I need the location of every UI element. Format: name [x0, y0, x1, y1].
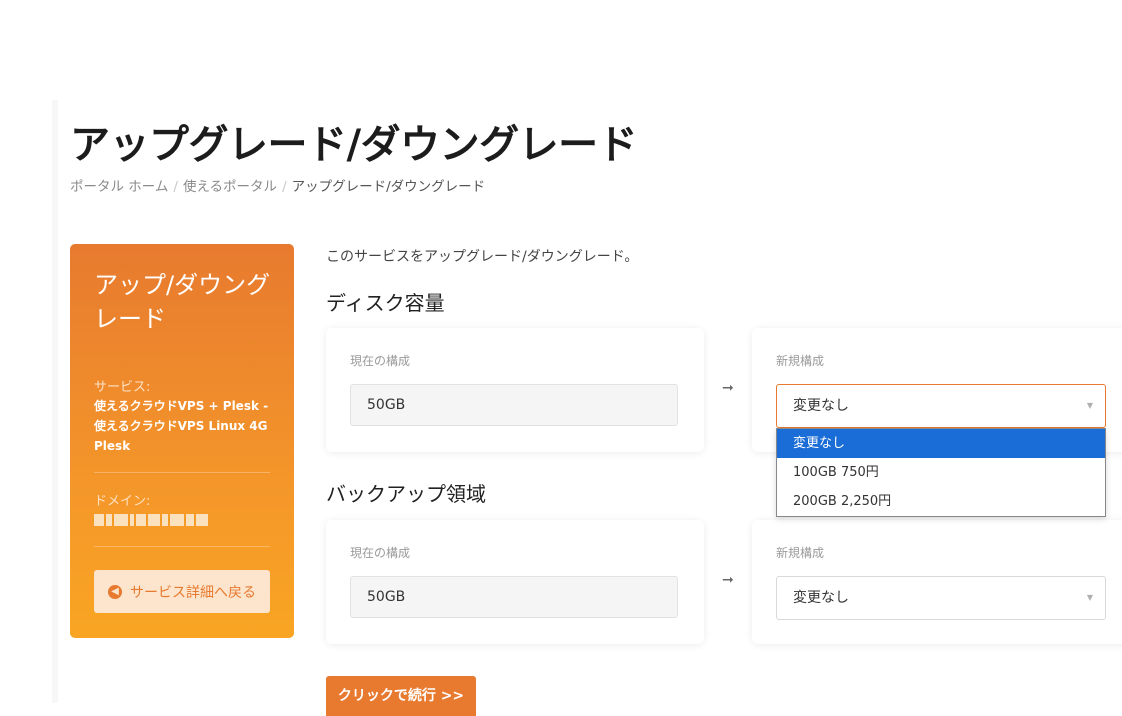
- service-value: 使えるクラウドVPS + Plesk - 使えるクラウドVPS Linux 4G…: [94, 399, 269, 453]
- new-config-label: 新規構成: [776, 546, 825, 560]
- back-to-service-details-button[interactable]: ◀ サービス詳細へ戻る: [94, 570, 270, 613]
- arrow-right-icon: ➞: [722, 380, 734, 396]
- dropdown-option-no-change[interactable]: 変更なし: [777, 429, 1105, 458]
- backup-current-value: 50GB: [350, 576, 678, 618]
- disk-select-dropdown: 変更なし 100GB 750円 200GB 2,250円: [776, 428, 1106, 517]
- current-config-label: 現在の構成: [350, 354, 411, 368]
- service-label: サービス:: [94, 380, 151, 395]
- disk-current-card: 現在の構成 50GB: [326, 328, 704, 452]
- breadcrumb-tsukaeru-portal[interactable]: 使えるポータル: [183, 179, 277, 195]
- caret-down-icon: ▼: [1086, 401, 1093, 410]
- backup-current-card: 現在の構成 50GB: [326, 520, 704, 644]
- new-config-label: 新規構成: [776, 354, 825, 368]
- dropdown-option-100gb[interactable]: 100GB 750円: [777, 458, 1105, 487]
- arrow-right-icon: ➞: [722, 572, 734, 588]
- disk-current-value: 50GB: [350, 384, 678, 426]
- arrow-left-circle-icon: ◀: [108, 584, 122, 599]
- sidebar-divider: [94, 472, 270, 473]
- dropdown-option-200gb[interactable]: 200GB 2,250円: [777, 487, 1105, 516]
- intro-text: このサービスをアップグレード/ダウングレード。: [326, 249, 639, 265]
- disk-new-select-value: 変更なし: [793, 398, 849, 414]
- sidebar-divider: [94, 546, 270, 547]
- page-edge: [52, 100, 58, 703]
- page-title: アップグレード/ダウングレード: [70, 122, 638, 168]
- backup-new-select[interactable]: 変更なし ▼: [776, 576, 1106, 620]
- breadcrumb-portal-home[interactable]: ポータル ホーム: [70, 179, 168, 195]
- sidebar-title: アップ/ダウングレード: [94, 271, 271, 333]
- caret-down-icon: ▼: [1086, 593, 1093, 602]
- domain-label: ドメイン:: [94, 494, 151, 509]
- backup-area-title: バックアップ領域: [326, 482, 486, 506]
- backup-new-card: 新規構成 変更なし ▼: [752, 520, 1122, 644]
- breadcrumb: ポータル ホーム / 使えるポータル / アップグレード/ダウングレード: [70, 175, 485, 195]
- backup-new-select-value: 変更なし: [793, 590, 849, 606]
- back-button-label: サービス詳細へ戻る: [130, 584, 256, 601]
- continue-button[interactable]: クリックで続行 >>: [326, 676, 476, 716]
- disk-capacity-title: ディスク容量: [326, 291, 445, 315]
- current-config-label: 現在の構成: [350, 546, 411, 560]
- disk-new-select[interactable]: 変更なし ▼: [776, 384, 1106, 428]
- sidebar-panel: アップ/ダウングレード サービス: 使えるクラウドVPS + Plesk - 使…: [70, 244, 294, 638]
- redacted-domain: [94, 514, 208, 526]
- breadcrumb-separator: /: [282, 179, 287, 195]
- breadcrumb-separator: /: [173, 179, 178, 195]
- breadcrumb-current: アップグレード/ダウングレード: [291, 179, 486, 195]
